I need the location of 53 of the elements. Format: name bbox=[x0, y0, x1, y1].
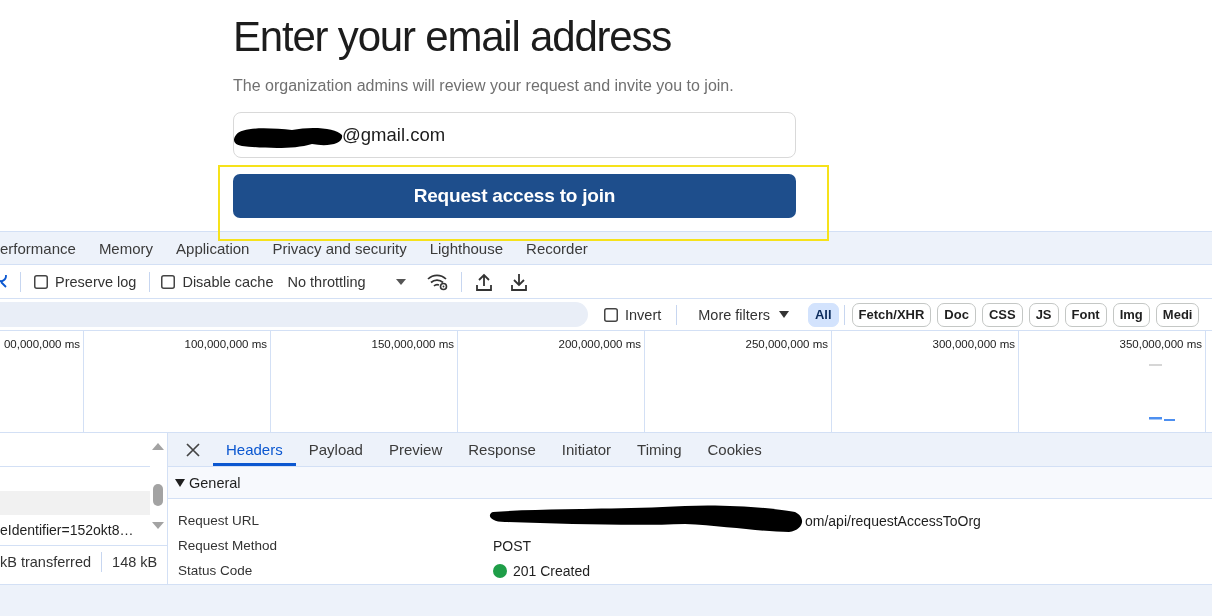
field-value: 201 Created bbox=[513, 562, 591, 579]
field-label: Status Code bbox=[177, 563, 254, 578]
transfer-summary: kB transferred bbox=[0, 553, 92, 570]
panel-tab[interactable]: erformance bbox=[0, 233, 76, 263]
time-tick-label: 150,000,000 ms bbox=[371, 337, 455, 350]
type-filter-chip[interactable]: Fetch/XHR bbox=[851, 302, 932, 327]
instruction-text: The organization admins will review your request and invite you to join. bbox=[233, 76, 734, 96]
more-filters-dropdown[interactable]: More filters bbox=[698, 306, 789, 323]
field-value: POST bbox=[493, 537, 532, 554]
wifi-settings-icon bbox=[426, 272, 449, 291]
caret-icon bbox=[779, 311, 789, 318]
details-tab[interactable]: Payload bbox=[295, 433, 376, 466]
type-filter-chip[interactable]: All bbox=[808, 302, 839, 327]
time-tick-label: 100,000,000 ms bbox=[184, 337, 268, 350]
request-name[interactable]: eIdentifier=152okt8… bbox=[0, 522, 134, 538]
request-access-button[interactable]: Request access to join bbox=[233, 174, 796, 218]
checkbox-label: Disable cache bbox=[182, 273, 274, 290]
panel-tab[interactable]: Privacy and security bbox=[272, 233, 407, 263]
search-icon bbox=[0, 274, 8, 289]
section-header[interactable]: General bbox=[168, 467, 1212, 499]
details-tab[interactable]: Cookies bbox=[694, 433, 775, 466]
download-icon bbox=[510, 272, 527, 291]
type-filter-chip[interactable]: CSS bbox=[981, 302, 1023, 327]
type-filter-chip[interactable]: Medi bbox=[1155, 302, 1200, 327]
details-tab[interactable]: Timing bbox=[624, 433, 695, 466]
panel-tab[interactable]: Memory bbox=[98, 233, 154, 263]
details-tab[interactable]: Initiator bbox=[548, 433, 625, 466]
upload-icon bbox=[475, 272, 492, 291]
panel-tab[interactable]: Recorder bbox=[526, 233, 588, 263]
email-field[interactable]: @gmail.com bbox=[233, 112, 796, 158]
time-tick-label: 350,000,000 ms bbox=[1119, 337, 1203, 350]
details-tab[interactable]: Preview bbox=[375, 433, 456, 466]
throttling-dropdown[interactable]: No throttling bbox=[287, 273, 406, 290]
resource-size: 148 kB bbox=[112, 553, 158, 570]
panel-tab[interactable]: Application bbox=[176, 233, 250, 263]
type-filter-chip[interactable]: Font bbox=[1064, 302, 1107, 327]
type-filter-chip[interactable]: JS bbox=[1028, 302, 1059, 327]
page-heading: Enter your email address bbox=[233, 12, 672, 62]
type-filter-chip[interactable]: Img bbox=[1112, 302, 1150, 327]
details-tab[interactable]: Response bbox=[455, 433, 549, 466]
field-value: om/api/requestAccessToOrg bbox=[805, 512, 981, 529]
checkbox-label: Invert bbox=[625, 306, 662, 323]
caret-icon bbox=[395, 278, 406, 285]
panel-tab[interactable]: Lighthouse bbox=[429, 233, 504, 263]
time-tick-label: 300,000,000 ms bbox=[932, 337, 1016, 350]
checkbox-label: Preserve log bbox=[55, 273, 137, 290]
type-filter-chip[interactable]: Doc bbox=[937, 302, 976, 327]
time-tick-label: 200,000,000 ms bbox=[558, 337, 642, 350]
field-label: Request URL bbox=[177, 513, 261, 528]
field-label: Request Method bbox=[177, 538, 279, 553]
time-tick-label: 250,000,000 ms bbox=[745, 337, 829, 350]
time-tick-label: 00,000,000 ms bbox=[3, 337, 81, 350]
close-icon bbox=[186, 442, 200, 457]
